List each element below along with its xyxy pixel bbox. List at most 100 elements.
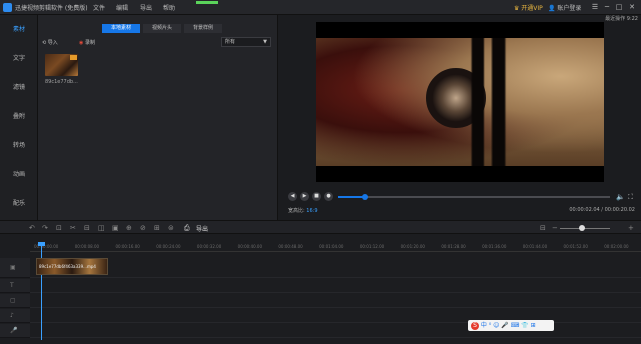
media-item-name: 89c1e77db... [45, 79, 78, 85]
media-thumbnail[interactable] [45, 54, 78, 76]
chevron-down-icon: ▼ [263, 39, 267, 45]
speed-icon[interactable]: ⊕ [126, 224, 132, 232]
track-header-voice: 🎤 [0, 324, 30, 338]
record-button[interactable]: ◉ 录制 [79, 39, 95, 46]
ime-toolbar[interactable]: S 中 ⁰ ☺ 🎤 ⌨ 👕 ⊞ [468, 320, 554, 331]
tab-background[interactable]: 背景样例 [184, 24, 222, 33]
split-icon[interactable]: ✂ [70, 224, 76, 232]
record-point-button[interactable]: ● [324, 192, 333, 201]
filter-select[interactable]: 所有 ▼ [221, 37, 271, 47]
ime-items: 中 ⁰ ☺ 🎤 ⌨ 👕 ⊞ [480, 322, 536, 329]
menu-file[interactable]: 文件 [93, 3, 105, 12]
ruler-tick-label: 00:00:24.00 [156, 244, 181, 249]
fullscreen-icon[interactable]: ⛶ [628, 193, 633, 202]
sidebar-item-media[interactable]: 素材 [0, 21, 38, 39]
volume-icon[interactable]: 🔈 [616, 193, 625, 201]
preview-area: 最近操作 9:22 ◀ ▶ ■ ● 🔈 ⛶ 宽高比: 16:9 00:00:02… [278, 15, 641, 220]
top-progress-bar [196, 1, 218, 4]
sidebar-item-text[interactable]: 文字 [0, 50, 38, 68]
track-header-video: ▣ [0, 258, 30, 278]
ruler-tick-label: 00:01:04.00 [319, 244, 344, 249]
track-row-text[interactable] [30, 279, 641, 293]
mosaic-icon[interactable]: ◫ [98, 224, 105, 232]
video-badge-icon [70, 55, 77, 60]
menu-icon[interactable]: ☰ [590, 2, 600, 12]
video-track-icon: ▣ [10, 264, 16, 271]
video-preview[interactable] [316, 22, 604, 182]
music-track-icon: ♪ [10, 312, 14, 319]
export-button[interactable]: 导出 [196, 224, 208, 233]
aspect-ratio[interactable]: 宽高比: 16:9 [288, 207, 318, 214]
clip-label: 89c1e77db6f463a339...mp4 [39, 264, 96, 269]
import-icon: ⟲ [42, 40, 47, 46]
freeze-icon[interactable]: ▣ [112, 224, 119, 232]
ruler-tick-label: 00:00:32.00 [196, 244, 222, 249]
zoom-in-icon[interactable]: + [628, 224, 634, 232]
fit-icon[interactable]: ⊟ [540, 224, 546, 232]
seek-fill [338, 196, 366, 198]
menu-help[interactable]: 帮助 [163, 3, 175, 12]
app-title: 迅捷视频剪辑软件 (免费版) [15, 5, 88, 12]
zoom-handle[interactable] [579, 225, 585, 231]
app-logo-icon [3, 3, 12, 12]
video-frame [316, 38, 604, 166]
voice-track-icon: 🎤 [10, 327, 18, 334]
seek-handle[interactable] [362, 194, 369, 200]
overlay-track-icon: ▢ [10, 297, 16, 304]
login-button[interactable]: 👤 账户登录 [548, 3, 581, 12]
edit-toolbar: ↶ ↷ ⊡ ✂ ⊟ ◫ ▣ ⊕ ⊘ ⊞ ⊜ ⎙ 导出 ⊟ − + [0, 220, 641, 234]
vip-button[interactable]: ♛ 开通VIP [514, 3, 543, 12]
ruler-tick-label: 00:00:08.00 [74, 244, 100, 249]
prev-frame-button[interactable]: ◀ [288, 192, 297, 201]
ruler-tick-label: 00:01:20.00 [400, 244, 425, 249]
grid-icon[interactable]: ⊞ [154, 224, 160, 232]
ruler-tick-label: 00:00:40.00 [237, 244, 262, 249]
tab-local-media[interactable]: 本地素材 [102, 24, 140, 33]
record-icon: ◉ [79, 40, 84, 46]
maximize-icon[interactable]: □ [614, 2, 624, 12]
mute-icon[interactable]: ⊘ [140, 224, 146, 232]
title-bar: 迅捷视频剪辑软件 (免费版) 文件 编辑 导出 帮助 ♛ 开通VIP 👤 账户登… [0, 0, 641, 15]
redo-icon[interactable]: ↷ [42, 224, 48, 232]
ruler-tick-label: 00:00:48.00 [278, 244, 303, 249]
stop-button[interactable]: ■ [312, 192, 321, 201]
track-header-overlay: ▢ [0, 294, 30, 308]
play-button[interactable]: ▶ [300, 192, 309, 201]
media-panel: 本地素材 视频片头 背景样例 ⟲ 导入 ◉ 录制 所有 ▼ 89c1e77db.… [38, 15, 278, 220]
ruler-tick-label: 00:01:44.00 [522, 244, 548, 249]
sidebar-item-animation[interactable]: 动画 [0, 166, 38, 184]
delete-icon[interactable]: ⊟ [84, 224, 90, 232]
crop-icon[interactable]: ⊡ [56, 224, 62, 232]
ruler-tick-label: 00:01:52.00 [563, 244, 588, 249]
ruler-tick-label: 00:01:12.00 [359, 244, 385, 249]
tab-video-intro[interactable]: 视频片头 [143, 24, 181, 33]
ruler-tick-label: 00:01:36.00 [482, 244, 507, 249]
recent-operation-label: 最近操作 9:22 [605, 16, 638, 22]
zoom-slider[interactable] [560, 228, 610, 229]
import-button[interactable]: ⟲ 导入 [42, 39, 58, 46]
sidebar-item-filter[interactable]: 滤镜 [0, 79, 38, 97]
voice-icon[interactable]: ⊜ [168, 224, 174, 232]
zoom-out-icon[interactable]: − [552, 224, 558, 232]
track-row-video[interactable] [30, 258, 641, 278]
track-header-text: T [0, 279, 30, 293]
time-ruler[interactable]: 00:00:00.00 00:00:08.00 00:00:16.00 00:00:2… [30, 242, 641, 252]
menu-export[interactable]: 导出 [140, 3, 152, 12]
sidebar: 素材 文字 滤镜 叠附 转场 动画 配乐 [0, 15, 38, 220]
track-header-music: ♪ [0, 309, 30, 323]
text-track-icon: T [10, 282, 14, 289]
sidebar-item-music[interactable]: 配乐 [0, 195, 38, 213]
sidebar-item-transition[interactable]: 转场 [0, 137, 38, 155]
menu-edit[interactable]: 编辑 [116, 3, 128, 12]
ruler-tick-label: 00:00:16.00 [115, 244, 140, 249]
export-icon[interactable]: ⎙ [184, 224, 190, 233]
seek-bar[interactable] [338, 194, 610, 200]
undo-icon[interactable]: ↶ [29, 224, 35, 232]
sogou-logo-icon: S [471, 321, 479, 330]
ruler-tick-label: 00:01:28.00 [441, 244, 466, 249]
sidebar-item-overlay[interactable]: 叠附 [0, 108, 38, 126]
video-clip[interactable]: 89c1e77db6f463a339...mp4 [36, 258, 108, 275]
close-icon[interactable]: ✕ [627, 2, 637, 12]
track-row-overlay[interactable] [30, 294, 641, 308]
minimize-icon[interactable]: ─ [602, 2, 612, 12]
